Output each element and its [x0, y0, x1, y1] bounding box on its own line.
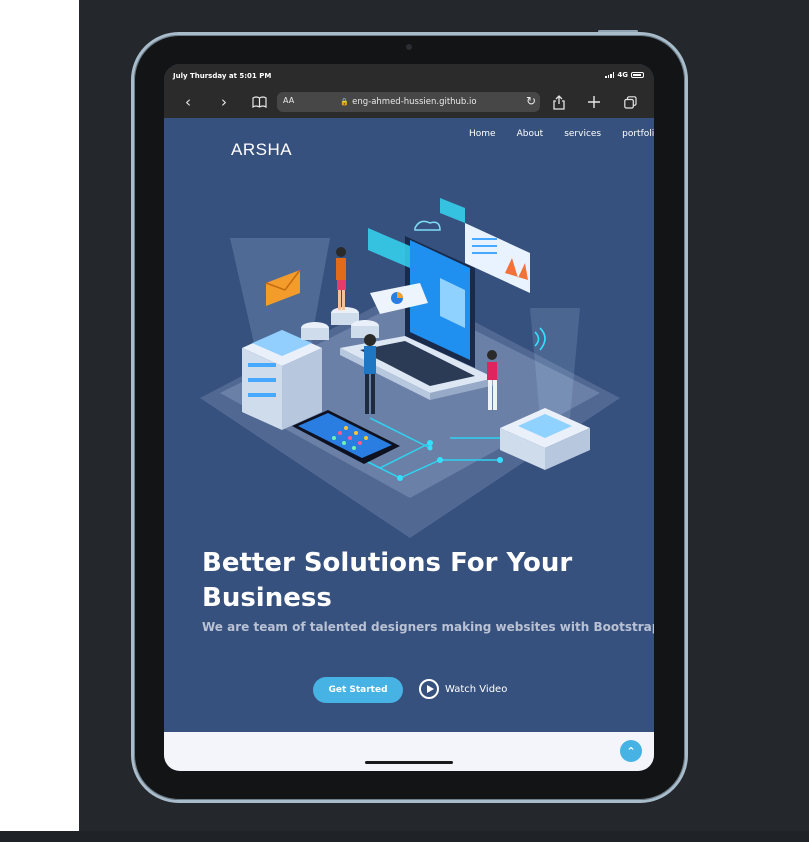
battery-icon — [631, 72, 644, 78]
hero-title: Better Solutions For Your Business — [202, 548, 573, 613]
site-nav: Home About services portfolio — [469, 129, 654, 139]
signal-icon — [605, 72, 615, 78]
hero-section: ARSHA Home About services portfolio — [164, 118, 654, 732]
browser-toolbar: ‹ › AA 🔒 eng-ahmed-hussien.github.io ↻ — [164, 86, 654, 118]
status-bar: July Thursday at 5:01 PM 4G — [164, 64, 654, 86]
text-size-button[interactable]: AA — [283, 96, 294, 105]
bookmarks-icon[interactable] — [249, 92, 269, 112]
reload-icon[interactable]: ↻ — [526, 94, 536, 108]
hero-subtitle: We are team of talented designers making… — [202, 620, 654, 634]
front-camera — [406, 44, 412, 50]
tabs-icon[interactable] — [620, 92, 640, 112]
nav-home[interactable]: Home — [469, 129, 496, 139]
nav-portfolio[interactable]: portfolio — [622, 129, 654, 139]
watch-video-label: Watch Video — [445, 683, 508, 695]
network-label: 4G — [617, 71, 628, 79]
back-icon[interactable]: ‹ — [178, 92, 198, 112]
new-tab-icon[interactable] — [584, 92, 604, 112]
nav-services[interactable]: services — [564, 129, 601, 139]
ipad-screen: July Thursday at 5:01 PM 4G ‹ › AA 🔒 eng… — [164, 64, 654, 771]
site-logo[interactable]: ARSHA — [231, 140, 292, 160]
nav-about[interactable]: About — [517, 129, 544, 139]
left-white-panel — [0, 0, 79, 831]
lock-icon: 🔒 — [340, 98, 350, 106]
hero-illustration — [200, 198, 620, 538]
bottom-strip — [0, 831, 809, 842]
address-bar[interactable]: AA 🔒 eng-ahmed-hussien.github.io ↻ — [277, 92, 540, 112]
left-server — [242, 330, 322, 430]
forward-icon[interactable]: › — [214, 92, 234, 112]
url-text: eng-ahmed-hussien.github.io — [352, 97, 477, 107]
next-section — [164, 732, 654, 771]
get-started-button[interactable]: Get Started — [313, 677, 403, 703]
share-icon[interactable] — [549, 92, 569, 112]
status-time: July Thursday at 5:01 PM — [173, 72, 272, 80]
home-indicator — [365, 761, 453, 764]
status-indicators: 4G — [605, 71, 644, 79]
back-to-top-icon[interactable]: ⌃ — [620, 740, 642, 762]
watch-video-link[interactable]: Watch Video — [419, 679, 507, 699]
play-icon — [419, 679, 439, 699]
